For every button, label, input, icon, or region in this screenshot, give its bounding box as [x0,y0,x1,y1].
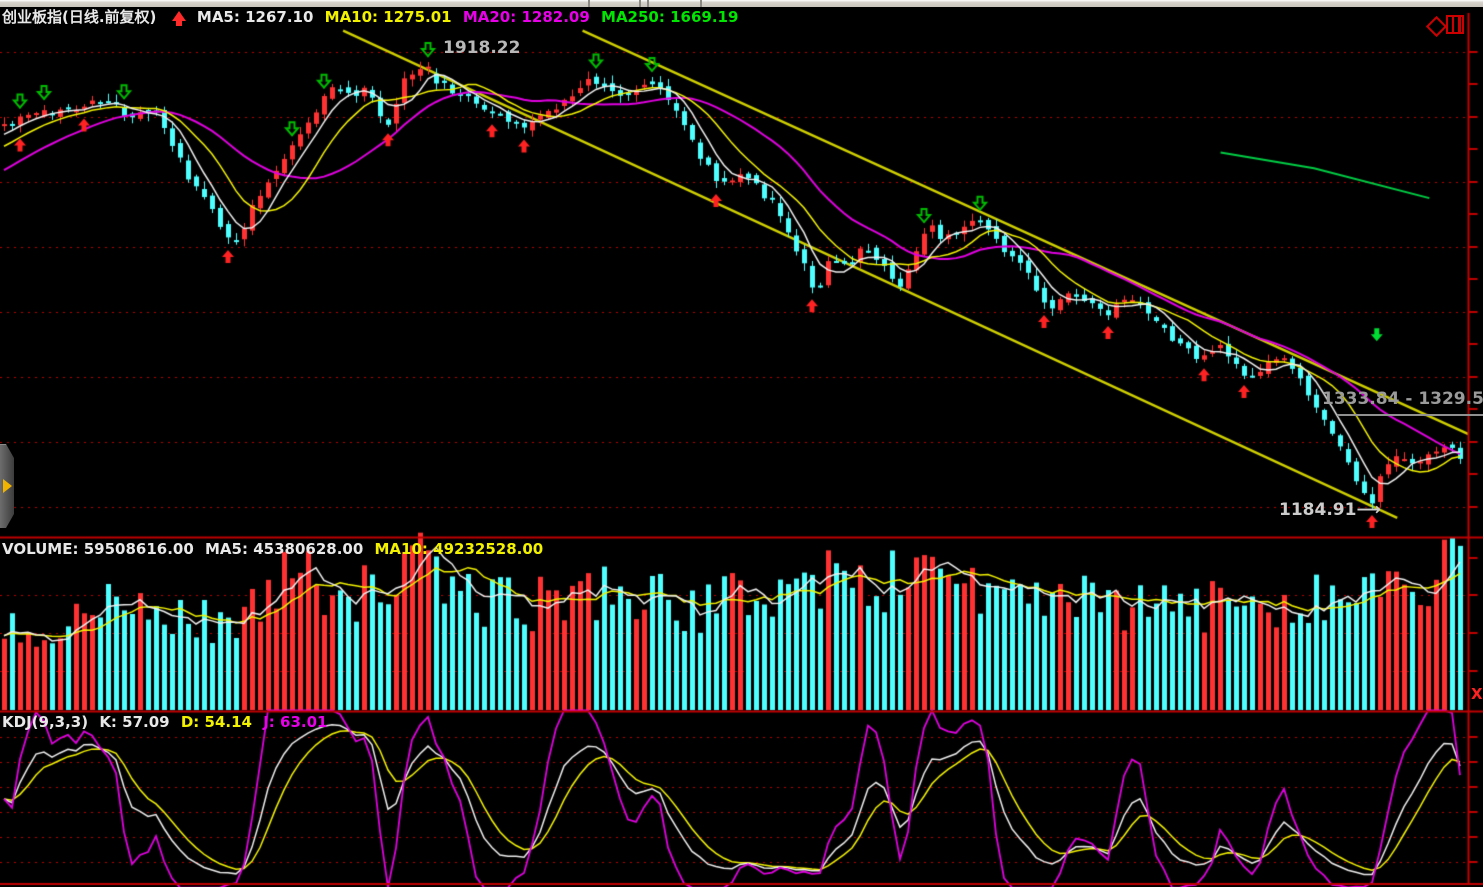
stock-chart-window: 创业板指(日线.前复权) MA5: 1267.10 MA10: 1275.01 … [0,0,1483,887]
ma10-value: MA10: 1275.01 [325,8,452,26]
toolbar-separator [647,0,649,7]
up-arrow-icon [172,11,186,21]
main-pane-header: 创业板指(日线.前复权) MA5: 1267.10 MA10: 1275.01 … [2,9,744,26]
low-price-annotation: 1184.91⟶ [1279,500,1381,520]
volume-value: VOLUME: 59508616.00 [2,540,194,558]
split-window-icon[interactable] [1446,15,1464,34]
axis-x-label: X [1471,685,1483,703]
volume-pane-header: VOLUME: 59508616.00 MA5: 45380628.00 MA1… [2,541,549,558]
toolbar-separator [588,0,590,7]
chart-canvas[interactable] [0,0,1483,887]
expand-arrow-icon [3,479,12,493]
top-toolbar-edge [0,0,1483,7]
range-annotation: 1333.84 - 1329.5 [1322,389,1483,409]
ma5-value: MA5: 1267.10 [197,8,314,26]
instrument-title: 创业板指(日线.前复权) [2,8,156,26]
kdj-pane-header: KDJ(9,3,3) K: 57.09 D: 54.14 J: 63.01 [2,714,333,731]
toolbar-separator [700,0,702,7]
ma20-value: MA20: 1282.09 [463,8,590,26]
range-annotation-line [1337,414,1483,416]
right-arrow-glyph: ⟶ [1356,500,1380,520]
volume-ma5-value: MA5: 45380628.00 [205,540,363,558]
kdj-k-value: K: 57.09 [99,713,169,731]
toolbar-separator [639,0,641,7]
kdj-d-value: D: 54.14 [181,713,252,731]
kdj-j-value: J: 63.01 [263,713,327,731]
low-price-value: 1184.91 [1279,500,1356,520]
kdj-label: KDJ(9,3,3) [2,713,88,731]
ma250-value: MA250: 1669.19 [601,8,738,26]
volume-ma10-value: MA10: 49232528.00 [375,540,544,558]
peak-price-annotation: 1918.22 [443,38,520,58]
